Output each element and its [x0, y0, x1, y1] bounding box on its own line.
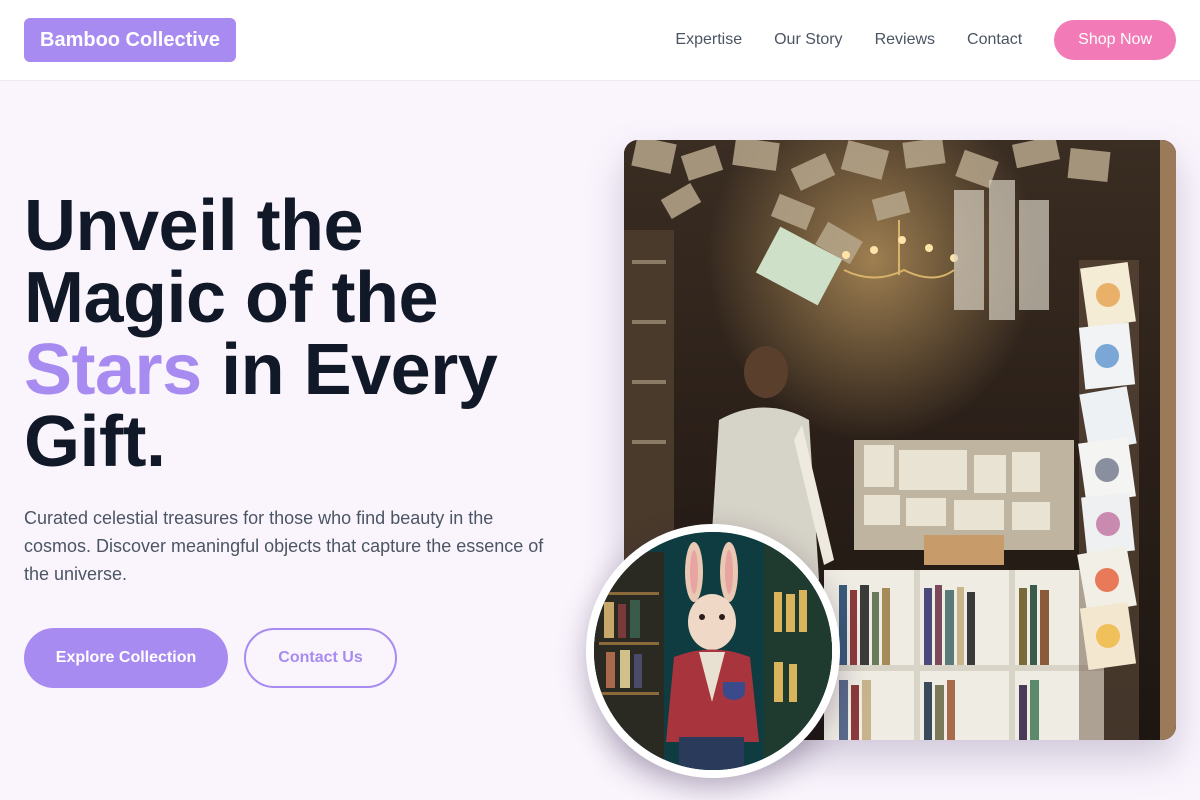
hero-subtext: Curated celestial treasures for those wh… — [24, 508, 544, 584]
nav-link-expertise[interactable]: Expertise — [675, 31, 742, 49]
main-nav: Expertise Our Story Reviews Contact Shop… — [675, 20, 1176, 60]
headline-accent: Stars — [24, 330, 202, 410]
site-header: Bamboo Collective Expertise Our Story Re… — [0, 0, 1200, 81]
contact-us-button[interactable]: Contact Us — [244, 628, 397, 688]
nav-link-reviews[interactable]: Reviews — [875, 31, 935, 49]
brand-logo[interactable]: Bamboo Collective — [24, 18, 237, 62]
headline-part-1: Unveil the Magic of the — [24, 186, 439, 338]
explore-collection-button[interactable]: Explore Collection — [24, 628, 228, 688]
rabbit-figure-photo — [586, 524, 840, 778]
hero-headline: Unveil the Magic of the Stars in Every G… — [24, 190, 584, 478]
shop-now-button[interactable]: Shop Now — [1054, 20, 1176, 60]
nav-link-our-story[interactable]: Our Story — [774, 31, 842, 49]
nav-link-contact[interactable]: Contact — [967, 31, 1022, 49]
